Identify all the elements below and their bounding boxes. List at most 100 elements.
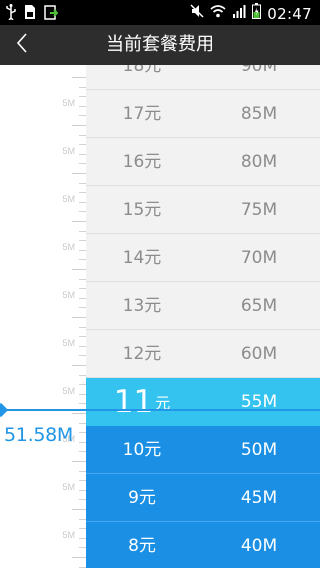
plan-price: 17元 xyxy=(122,104,162,124)
plan-data: 75M xyxy=(240,200,278,220)
plan-data: 60M xyxy=(240,344,278,364)
plan-row[interactable]: 17元 85M xyxy=(86,90,320,138)
ruler-minor-tick xyxy=(79,182,86,184)
ruler-minor-tick xyxy=(79,297,86,299)
plan-data: 45M xyxy=(240,488,278,508)
ruler-label: 5M xyxy=(62,146,75,156)
ruler-minor-tick xyxy=(79,432,86,434)
ruler-minor-tick xyxy=(79,163,86,165)
plan-price: 18元 xyxy=(122,65,162,76)
ruler-label: 5M xyxy=(62,386,75,396)
wifi-icon xyxy=(210,4,226,23)
plan-data: 70M xyxy=(240,248,278,268)
ruler-major-tick xyxy=(72,317,86,318)
plan-price: 14元 xyxy=(122,248,162,268)
ruler[interactable]: 5M5M5M5M5M5M5M5M5M5M5M xyxy=(0,65,86,568)
plan-data: 55M xyxy=(240,392,278,412)
ruler-minor-tick xyxy=(79,288,86,290)
ruler-major-tick xyxy=(72,125,86,126)
ruler-label: 5M xyxy=(62,194,75,204)
ruler-minor-tick xyxy=(79,499,86,501)
plan-price: 15元 xyxy=(122,200,162,220)
plan-row[interactable]: 9元 45M xyxy=(86,474,320,522)
ruler-label: 5M xyxy=(62,338,75,348)
ruler-label: 5M xyxy=(62,98,75,108)
page-title: 当前套餐费用 xyxy=(106,34,214,55)
ruler-minor-tick xyxy=(79,230,86,232)
upload-icon xyxy=(44,4,59,25)
ruler-minor-tick xyxy=(79,422,86,424)
chevron-left-icon xyxy=(16,32,28,58)
ruler-major-tick xyxy=(72,557,86,558)
back-button[interactable] xyxy=(0,25,44,65)
plan-row[interactable]: 15元 75M xyxy=(86,186,320,234)
ruler-minor-tick xyxy=(79,489,86,491)
ruler-label: 5M xyxy=(62,530,75,540)
ruler-minor-tick xyxy=(79,470,86,472)
plan-data: 85M xyxy=(240,104,278,124)
plan-price: 9元 xyxy=(128,488,156,508)
ruler-minor-tick xyxy=(79,566,86,568)
plan-row[interactable]: 16元 80M xyxy=(86,138,320,186)
ruler-minor-tick xyxy=(79,345,86,347)
ruler-minor-tick xyxy=(79,307,86,309)
plan-data: 50M xyxy=(240,440,278,460)
plan-row[interactable]: 10元 50M xyxy=(86,426,320,474)
plan-price: 8元 xyxy=(128,536,156,556)
ruler-major-tick xyxy=(72,269,86,270)
ruler-minor-tick xyxy=(79,105,86,107)
plan-data: 40M xyxy=(240,536,278,556)
plan-price: 13元 xyxy=(122,296,162,316)
ruler-minor-tick xyxy=(79,96,86,98)
ruler-minor-tick xyxy=(79,528,86,530)
indicator-line xyxy=(0,409,320,411)
usb-icon xyxy=(6,4,16,25)
ruler-label: 5M xyxy=(62,290,75,300)
ruler-minor-tick xyxy=(79,153,86,155)
plan-data: 65M xyxy=(240,296,278,316)
ruler-minor-tick xyxy=(79,211,86,213)
plan-row[interactable]: 12元 60M xyxy=(86,330,320,378)
current-usage-value: 51.58M xyxy=(4,424,73,446)
plan-data: 80M xyxy=(240,152,278,172)
status-bar: 02:47 xyxy=(0,0,320,25)
plan-row[interactable]: 14元 70M xyxy=(86,234,320,282)
ruler-minor-tick xyxy=(79,441,86,443)
ruler-minor-tick xyxy=(79,134,86,136)
plan-price: 16元 xyxy=(122,152,162,172)
ruler-major-tick xyxy=(72,509,86,510)
ruler-minor-tick xyxy=(79,259,86,261)
ruler-label: 5M xyxy=(62,482,75,492)
ruler-major-tick xyxy=(72,461,86,462)
ruler-minor-tick xyxy=(79,336,86,338)
plan-data: 90M xyxy=(240,65,278,76)
title-bar: 当前套餐费用 xyxy=(0,25,320,65)
plan-row[interactable]: 18元 90M xyxy=(86,65,320,90)
ruler-major-tick xyxy=(72,173,86,174)
ruler-minor-tick xyxy=(79,480,86,482)
ruler-minor-tick xyxy=(79,192,86,194)
ruler-minor-tick xyxy=(79,278,86,280)
signal-icon xyxy=(232,4,246,23)
plan-row-selected[interactable]: 11 元 55M xyxy=(86,378,320,426)
ruler-minor-tick xyxy=(79,393,86,395)
ruler-major-tick xyxy=(72,221,86,222)
plan-row[interactable]: 13元 65M xyxy=(86,282,320,330)
ruler-minor-tick xyxy=(79,201,86,203)
ruler-minor-tick xyxy=(79,518,86,520)
plan-row[interactable]: 8元 40M xyxy=(86,522,320,568)
ruler-minor-tick xyxy=(79,144,86,146)
ruler-label: 5M xyxy=(62,242,75,252)
ruler-minor-tick xyxy=(79,355,86,357)
sim-icon xyxy=(24,4,36,25)
ruler-minor-tick xyxy=(79,115,86,117)
ruler-minor-tick xyxy=(79,240,86,242)
ruler-major-tick xyxy=(72,413,86,414)
ruler-minor-tick xyxy=(79,374,86,376)
mute-icon xyxy=(190,4,204,23)
clock: 02:47 xyxy=(267,4,312,23)
plan-price: 11 元 xyxy=(86,378,198,426)
plan-price-number: 11 xyxy=(113,384,154,420)
ruler-minor-tick xyxy=(79,403,86,405)
plan-list[interactable]: 18元 90M 17元 85M 16元 80M 15元 75M 14元 70M 13元 65M 12元 6… xyxy=(86,65,320,568)
